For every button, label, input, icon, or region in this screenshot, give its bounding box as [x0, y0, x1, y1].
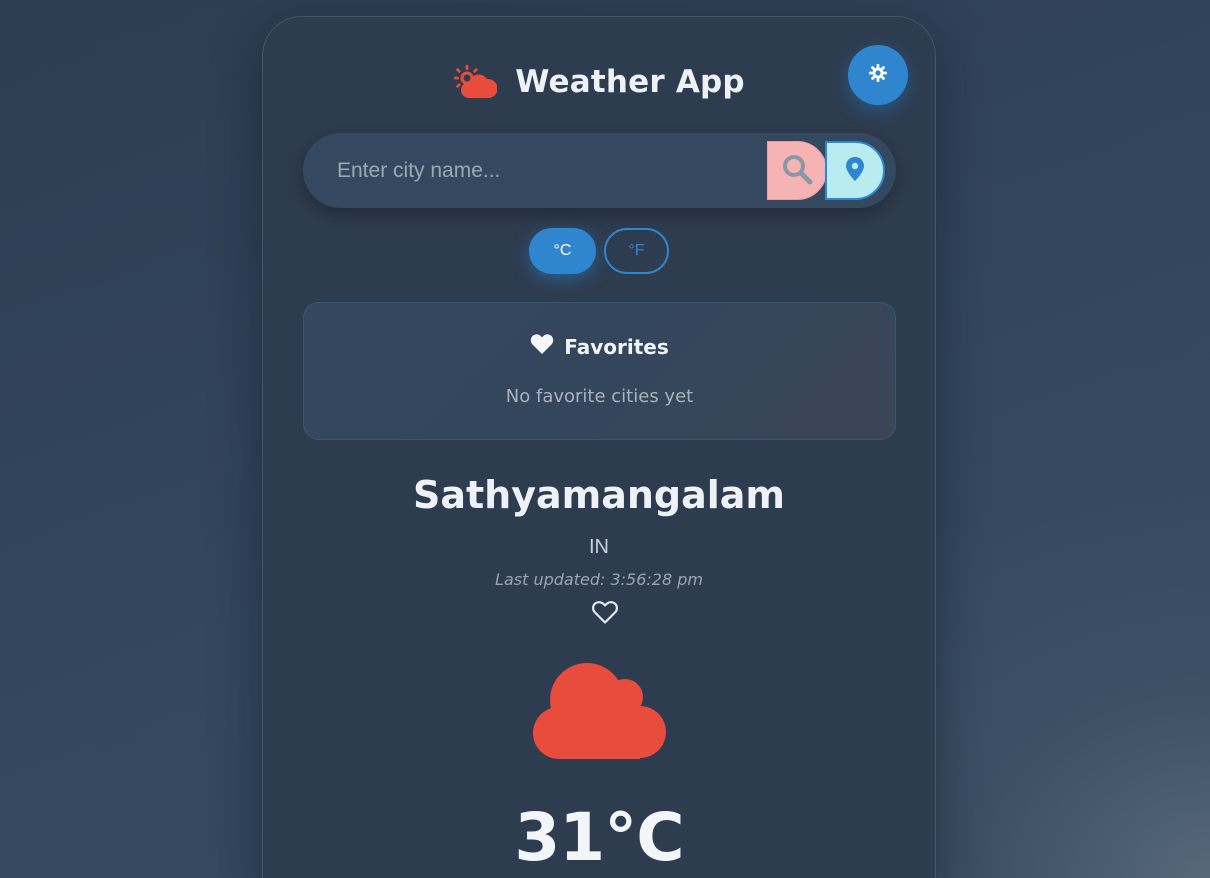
heart-icon: [530, 333, 554, 360]
add-favorite-button[interactable]: [591, 599, 621, 627]
celsius-button[interactable]: °C: [529, 228, 596, 274]
fahrenheit-button[interactable]: °F: [604, 228, 669, 274]
search-bar: [303, 133, 896, 208]
app-title: Weather App: [515, 64, 745, 100]
gear-icon: [868, 63, 888, 87]
cloud-icon: [529, 660, 671, 760]
favorites-title: Favorites: [564, 334, 669, 359]
country-code: IN: [589, 536, 609, 558]
favorites-panel: Favorites No favorite cities yet: [303, 302, 896, 440]
favorites-empty-text: No favorite cities yet: [505, 386, 694, 407]
search-button[interactable]: [767, 141, 827, 200]
favorites-heading: Favorites: [304, 333, 895, 360]
theme-toggle-button[interactable]: [848, 45, 908, 105]
location-pin-icon: [845, 156, 865, 186]
search-icon: [781, 153, 813, 189]
heart-outline-icon: [591, 601, 619, 629]
current-location-button[interactable]: [825, 141, 885, 200]
last-updated: Last updated: 3:56:28 pm: [495, 570, 703, 589]
city-name: Sathyamangalam: [412, 473, 786, 517]
temperature: 31°C: [514, 799, 684, 876]
sun-behind-cloud-icon: [453, 64, 498, 100]
city-search-input[interactable]: [337, 151, 757, 191]
unit-toggle: °C °F: [263, 228, 935, 274]
weather-card: Weather App Enter city name... °C °F Fav…: [262, 16, 936, 878]
app-header: Weather App: [263, 57, 935, 107]
